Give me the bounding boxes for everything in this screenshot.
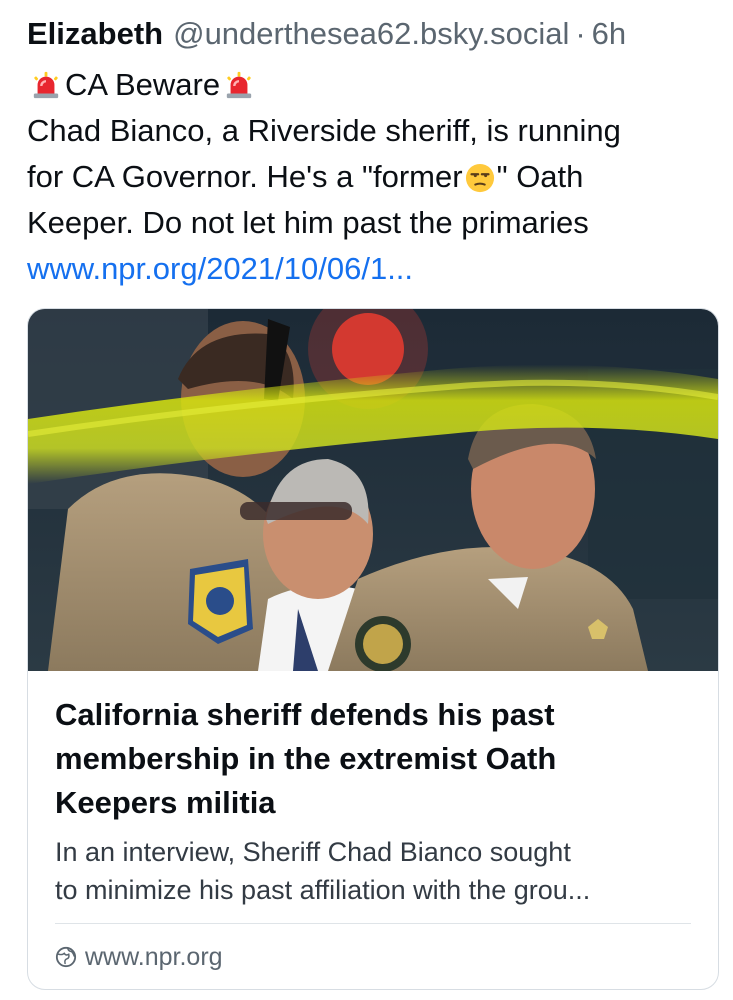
siren-emoji-icon [226, 71, 252, 99]
post-text-line-4: Keeper. Do not let him past the primarie… [27, 205, 589, 240]
post-text-line-3b: " Oath [496, 159, 584, 194]
post-text: CA Beware Chad Bianco, a Riverside sheri… [27, 62, 717, 292]
post-timestamp[interactable]: 6h [592, 16, 626, 52]
post-header: Elizabeth @underthesea62.bsky.social · 6… [27, 12, 626, 56]
article-title[interactable]: California sheriff defends his past memb… [55, 693, 695, 825]
article-description-line-1: In an interview, Sheriff Chad Bianco sou… [55, 837, 571, 867]
article-title-line-2: membership in the extremist Oath [55, 741, 557, 776]
siren-emoji-icon [33, 71, 59, 99]
globe-icon [55, 946, 77, 968]
article-domain[interactable]: www.npr.org [55, 937, 223, 977]
link-preview-card[interactable]: California sheriff defends his past memb… [27, 308, 719, 990]
article-domain-text: www.npr.org [85, 942, 223, 971]
separator-dot: · [575, 16, 586, 51]
article-description-line-2: to minimize his past affiliation with th… [55, 875, 591, 905]
post-link[interactable]: www.npr.org/2021/10/06/1... [27, 246, 717, 292]
post-text-line-3: for CA Governor. He's a "former " Oath [27, 154, 717, 200]
post-text-line-3a: for CA Governor. He's a "former [27, 159, 463, 194]
post-text-line-2: Chad Bianco, a Riverside sheriff, is run… [27, 113, 621, 148]
post-text-line-1: CA Beware [27, 62, 717, 108]
author-handle[interactable]: @underthesea62.bsky.social [173, 16, 569, 52]
unamused-face-emoji-icon [465, 163, 494, 193]
post-text-beware: CA Beware [65, 67, 221, 102]
card-divider [55, 923, 691, 924]
post[interactable]: Elizabeth @underthesea62.bsky.social · 6… [0, 0, 733, 1000]
article-thumbnail-image[interactable] [28, 309, 718, 671]
author-name[interactable]: Elizabeth [27, 16, 163, 52]
article-title-line-3: Keepers militia [55, 785, 276, 820]
article-title-line-1: California sheriff defends his past [55, 697, 555, 732]
article-description: In an interview, Sheriff Chad Bianco sou… [55, 833, 700, 909]
